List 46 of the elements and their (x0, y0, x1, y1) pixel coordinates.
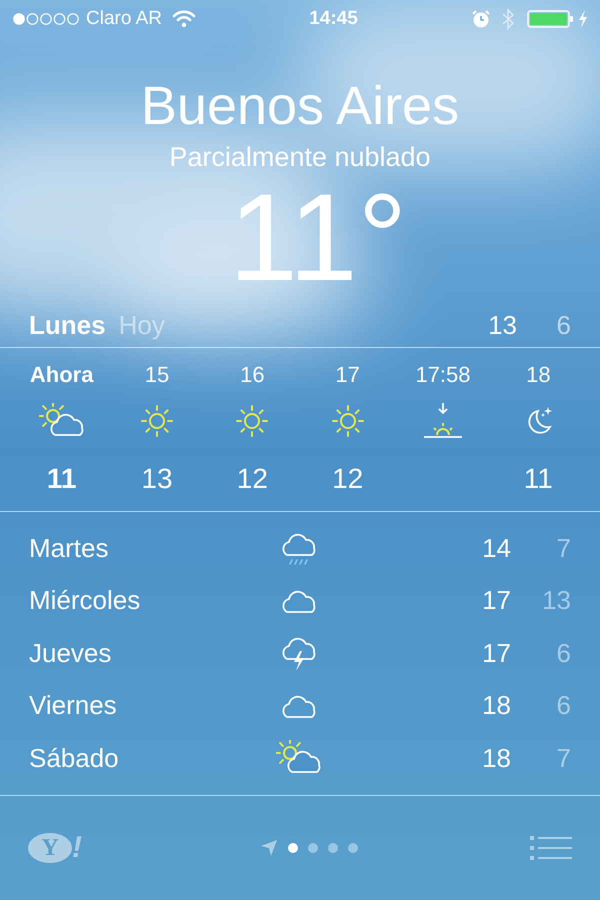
forecast-day: Sábado (29, 738, 269, 778)
high-temperature: 17 (482, 584, 511, 618)
alarm-clock-icon (471, 9, 492, 29)
hour-label: 16 (240, 361, 265, 384)
hourly-temperature: 12 (236, 462, 268, 496)
clock-time: 14:45 (309, 6, 358, 31)
high-temperature: 13 (488, 309, 517, 342)
carrier-name: Claro AR (86, 6, 162, 31)
day-name: Lunes (29, 309, 106, 342)
city-name: Buenos Aires (140, 75, 460, 138)
forecast-day: Miércoles (29, 581, 269, 620)
sunset-icon (422, 401, 464, 441)
logo-letter[interactable]: Y (28, 832, 72, 863)
low-temperature: 6 (556, 689, 571, 722)
low-temperature: 6 (556, 636, 571, 670)
today-label: Hoy (118, 309, 165, 342)
low-temperature: 6 (556, 309, 571, 342)
low-temperature: 7 (556, 532, 571, 565)
charging-bolt-icon (578, 10, 588, 28)
weather-condition: Parcialmente nublado (169, 141, 431, 174)
logo-exclamation: ! (72, 832, 82, 863)
wifi-icon (172, 10, 196, 28)
high-temperature: 18 (482, 689, 511, 722)
hour-label: Ahora (30, 361, 94, 384)
battery-icon (527, 9, 576, 29)
list-icon[interactable] (530, 834, 572, 861)
forecast-day: Jueves (29, 634, 269, 673)
forecast-day: Martes (29, 528, 269, 568)
low-temperature: 7 (556, 742, 571, 775)
hourly-temperature: 11 (46, 462, 76, 496)
bluetooth-icon (501, 8, 516, 30)
signal-strength-icon (12, 12, 80, 26)
hourly-temperature: 12 (332, 462, 364, 496)
hour-label: 17 (335, 361, 360, 384)
hour-label: 18 (526, 361, 551, 384)
hourly-temperature: 11 (524, 462, 553, 496)
hour-label: 15 (144, 361, 170, 384)
sun-behind-cloud-icon (38, 403, 85, 439)
high-temperature: 18 (482, 742, 511, 775)
location-arrow-icon[interactable] (260, 838, 278, 857)
hourly-temperature: 13 (141, 462, 173, 496)
high-temperature: 14 (482, 532, 511, 565)
forecast-day: Viernes (29, 686, 269, 726)
high-temperature: 17 (482, 636, 511, 670)
hour-label: 17:58 (415, 361, 471, 384)
low-temperature: 13 (541, 584, 571, 618)
